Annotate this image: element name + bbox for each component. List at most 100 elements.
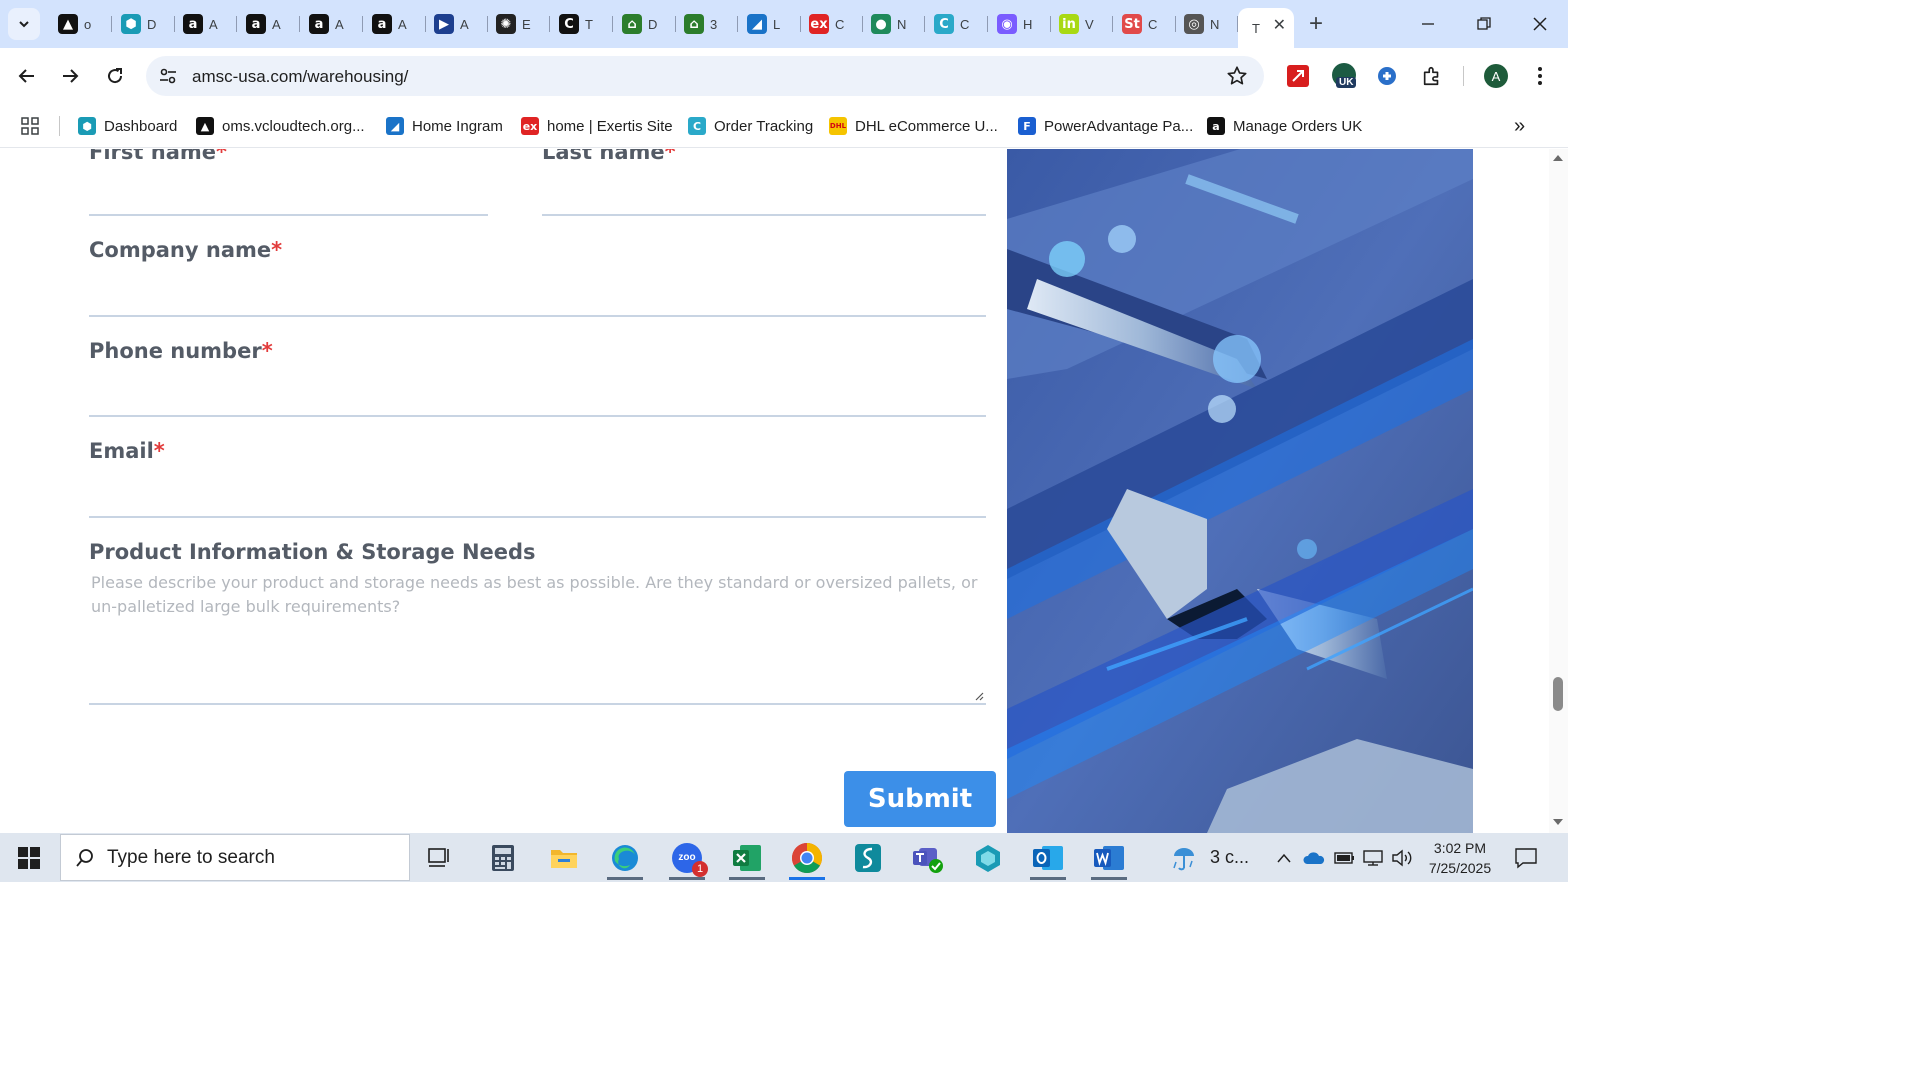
taskbar-search[interactable]: Type here to search xyxy=(60,834,410,881)
browser-tab[interactable]: ◢ L xyxy=(739,8,801,40)
calculator-app[interactable] xyxy=(475,837,531,878)
browser-tab[interactable]: ◉ H xyxy=(989,8,1051,40)
bookmark-label: Order Tracking xyxy=(714,117,814,135)
profile-button[interactable]: A xyxy=(1480,60,1512,92)
bookmark-label: PowerAdvantage Pa... xyxy=(1044,117,1194,135)
browser-tab[interactable]: ex C xyxy=(801,8,863,40)
pdf-extension-icon[interactable] xyxy=(1282,60,1314,92)
browser-tab[interactable]: CC xyxy=(926,8,988,40)
submit-button[interactable]: Submit xyxy=(844,771,996,827)
browser-tab[interactable]: aA xyxy=(301,8,363,40)
script-app[interactable] xyxy=(840,837,896,878)
reload-button[interactable] xyxy=(99,60,131,92)
email-field[interactable] xyxy=(89,516,986,518)
teams-app[interactable] xyxy=(900,837,956,878)
bookmark-item[interactable]: a Manage Orders UK xyxy=(1207,112,1362,140)
address-bar[interactable]: amsc-usa.com/warehousing/ xyxy=(146,56,1264,96)
browser-tab[interactable]: ✺ E xyxy=(488,8,550,40)
company-name-field[interactable] xyxy=(89,315,986,317)
start-button[interactable] xyxy=(0,833,58,882)
battery-tray[interactable] xyxy=(1334,833,1356,882)
tab-title: A xyxy=(398,16,407,32)
tab-search-button[interactable] xyxy=(8,8,40,40)
tab-active[interactable]: T ✕ xyxy=(1238,8,1294,48)
browser-tab[interactable]: ▶ A xyxy=(426,8,488,40)
bookmark-item[interactable]: ▲ oms.vcloudtech.org... xyxy=(196,112,365,140)
close-tab-icon[interactable]: ✕ xyxy=(1273,15,1286,35)
last-name-field[interactable] xyxy=(542,214,986,216)
puzzle-extension-icon[interactable] xyxy=(1371,60,1403,92)
forward-button[interactable] xyxy=(54,60,86,92)
scrollbar[interactable] xyxy=(1549,149,1568,833)
browser-tab[interactable]: ⌂ 3 xyxy=(676,8,738,40)
onedrive-tray[interactable] xyxy=(1303,833,1325,882)
exertis-icon: ex xyxy=(809,14,829,34)
amazon-icon: a xyxy=(309,14,329,34)
browser-tab[interactable]: CT xyxy=(551,8,613,40)
taskbar-clock[interactable]: 3:02 PM 7/25/2025 xyxy=(1420,838,1500,878)
more-vertical-icon xyxy=(1538,67,1542,85)
word-app[interactable] xyxy=(1081,837,1137,880)
resize-grip-icon[interactable] xyxy=(974,691,984,701)
notifications-button[interactable] xyxy=(1514,833,1538,882)
file-explorer-app[interactable] xyxy=(536,837,592,878)
scroll-down-icon[interactable] xyxy=(1553,819,1563,825)
product-info-textarea[interactable]: Please describe your product and storage… xyxy=(89,569,986,705)
browser-toolbar: amsc-usa.com/warehousing/ UK A xyxy=(0,48,1568,104)
bookmark-item[interactable]: DHL DHL eCommerce U... xyxy=(829,112,998,140)
close-window-button[interactable] xyxy=(1512,0,1568,48)
bookmark-item[interactable]: ◢ Home Ingram xyxy=(386,112,503,140)
back-button[interactable] xyxy=(11,60,43,92)
browser-tab[interactable]: aA xyxy=(364,8,426,40)
scroll-thumb[interactable] xyxy=(1553,677,1563,711)
battery-icon xyxy=(1334,851,1354,864)
first-name-field[interactable] xyxy=(89,214,488,216)
zoom-app[interactable]: zoo 1 xyxy=(659,837,715,880)
more-bookmarks-button[interactable]: » xyxy=(1514,112,1525,140)
bookmark-item[interactable]: C Order Tracking xyxy=(688,112,813,140)
tab-title: o xyxy=(84,16,92,32)
menu-button[interactable] xyxy=(1524,60,1556,92)
browser-tab[interactable]: ⌂ D xyxy=(614,8,676,40)
weather-widget[interactable]: 3 c... xyxy=(1170,833,1249,882)
browser-tab[interactable]: in V xyxy=(1051,8,1113,40)
apps-button[interactable] xyxy=(20,112,40,140)
tab-separator xyxy=(737,16,738,32)
phone-number-field[interactable] xyxy=(89,415,986,417)
stores-icon: St xyxy=(1122,14,1142,34)
url-text[interactable]: amsc-usa.com/warehousing/ xyxy=(192,67,408,87)
dashboard-app[interactable] xyxy=(960,837,1016,878)
bookmark-item[interactable]: ⬢ Dashboard xyxy=(78,112,177,140)
bookmark-item[interactable]: ex home | Exertis Site xyxy=(521,112,673,140)
browser-tab[interactable]: ◎ N xyxy=(1176,8,1238,40)
tab-title: C xyxy=(960,16,970,32)
bookmark-item[interactable]: F PowerAdvantage Pa... xyxy=(1018,112,1193,140)
amazon-icon: a xyxy=(183,14,203,34)
scroll-up-icon[interactable] xyxy=(1553,155,1563,161)
minimize-button[interactable] xyxy=(1400,0,1456,48)
browser-tab[interactable]: aA xyxy=(175,8,237,40)
bookmark-star-icon[interactable] xyxy=(1225,64,1249,88)
browser-tab[interactable]: ⬢ D xyxy=(113,8,175,40)
restore-button[interactable] xyxy=(1456,0,1512,48)
email-label: Email* xyxy=(89,439,165,463)
browser-tab[interactable]: ▲ o xyxy=(50,8,112,40)
site-settings-icon[interactable] xyxy=(156,64,180,88)
extensions-icon[interactable] xyxy=(1416,60,1448,92)
ingram-icon: ◢ xyxy=(747,14,767,34)
edge-app[interactable] xyxy=(597,837,653,880)
task-view-button[interactable] xyxy=(412,837,468,878)
browser-tab[interactable]: ● N xyxy=(863,8,925,40)
network-tray[interactable] xyxy=(1362,833,1384,882)
browser-tab[interactable]: St C xyxy=(1114,8,1176,40)
new-tab-button[interactable]: + xyxy=(1300,8,1332,40)
browser-tab[interactable]: aA xyxy=(238,8,300,40)
volume-tray[interactable] xyxy=(1391,833,1413,882)
uk-extension-icon[interactable]: UK xyxy=(1329,60,1361,92)
outlook-app[interactable] xyxy=(1020,837,1076,880)
show-hidden-icons[interactable] xyxy=(1276,833,1292,882)
required-mark: * xyxy=(271,238,283,262)
arrow-play-icon: ▶ xyxy=(434,14,454,34)
excel-app[interactable] xyxy=(719,837,775,880)
chrome-app[interactable] xyxy=(779,837,835,880)
